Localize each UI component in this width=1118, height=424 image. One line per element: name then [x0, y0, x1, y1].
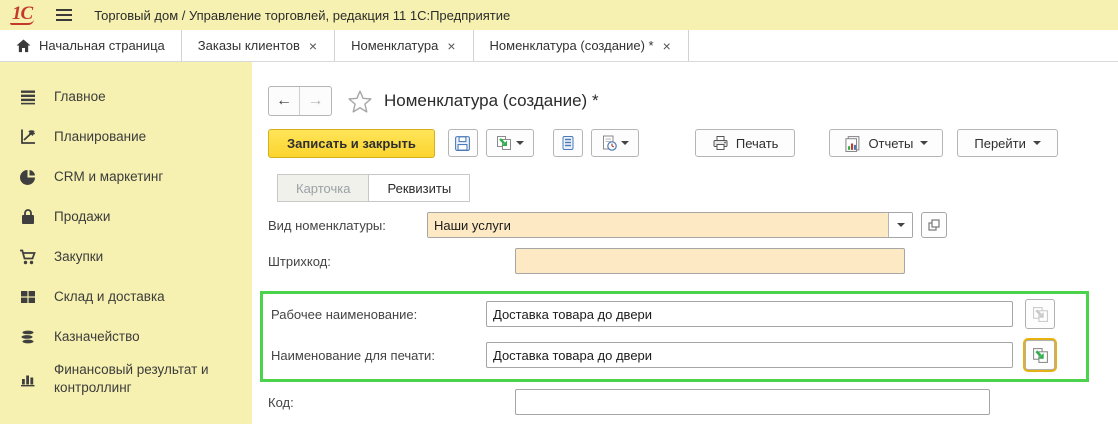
- hamburger-icon[interactable]: [56, 6, 72, 24]
- barcode-input[interactable]: [515, 248, 905, 274]
- warehouse-icon: [19, 288, 37, 306]
- floppy-icon: [454, 135, 471, 152]
- tab-label: Заказы клиентов: [198, 38, 300, 53]
- kind-dropdown-button[interactable]: [888, 213, 912, 237]
- purchases-cart-icon: [19, 248, 37, 266]
- sidebar-item-purchases[interactable]: Закупки: [0, 237, 252, 277]
- list-icon: [560, 135, 576, 151]
- sidebar-item-main[interactable]: Главное: [0, 77, 252, 117]
- chevron-down-icon: [920, 141, 928, 145]
- print-name-copy-button[interactable]: [1025, 340, 1055, 370]
- tab-card[interactable]: Карточка: [277, 174, 368, 202]
- sections-sidebar: Главное Планирование CRM и маркетинг Про…: [0, 62, 252, 424]
- chevron-down-icon: [516, 141, 524, 145]
- form-header: ← → Номенклатура (создание) *: [268, 86, 1118, 116]
- highlight-annotation-box: Рабочее наименование: Наименование для п…: [260, 291, 1089, 382]
- print-button-label: Печать: [736, 136, 779, 151]
- sidebar-item-crm[interactable]: CRM и маркетинг: [0, 157, 252, 197]
- sidebar-item-planning[interactable]: Планирование: [0, 117, 252, 157]
- sidebar-item-label: Планирование: [54, 128, 146, 146]
- printer-icon: [712, 135, 729, 151]
- menu-lines-icon: [19, 88, 37, 106]
- application-titlebar: 1С Торговый дом / Управление торговлей, …: [0, 0, 1118, 30]
- tab-label: Начальная страница: [39, 38, 165, 53]
- sidebar-item-label: Закупки: [54, 248, 103, 266]
- tab-nomenclature-create[interactable]: Номенклатура (создание) * ×: [474, 30, 689, 61]
- bar-chart-icon: [19, 370, 37, 388]
- field-row-print-name: Наименование для печати:: [271, 342, 1086, 368]
- sidebar-item-warehouse[interactable]: Склад и доставка: [0, 277, 252, 317]
- print-button[interactable]: Печать: [695, 129, 796, 157]
- code-input[interactable]: [515, 389, 990, 415]
- copy-button[interactable]: [486, 129, 534, 157]
- 1c-logo: 1С: [10, 5, 34, 25]
- chevron-down-icon: [897, 223, 905, 227]
- home-icon: [16, 39, 31, 53]
- document-clock-icon: [601, 135, 617, 151]
- forward-button[interactable]: →: [300, 87, 331, 115]
- planning-chart-icon: [19, 128, 37, 146]
- sidebar-item-financial-result[interactable]: Финансовый результат и контроллинг: [0, 357, 252, 401]
- back-button[interactable]: ←: [269, 87, 300, 115]
- working-name-copy-button[interactable]: [1025, 299, 1055, 329]
- form-window: ← → Номенклатура (создание) * Записать и…: [252, 62, 1118, 424]
- working-name-label: Рабочее наименование:: [271, 307, 486, 322]
- copy-arrow-icon: [496, 135, 512, 151]
- close-icon[interactable]: ×: [308, 39, 318, 53]
- close-icon[interactable]: ×: [446, 39, 456, 53]
- save-and-close-button[interactable]: Записать и закрыть: [268, 129, 435, 158]
- favorite-star-icon[interactable]: [348, 90, 372, 113]
- tab-label: Номенклатура (создание) *: [490, 38, 654, 53]
- sidebar-item-sales[interactable]: Продажи: [0, 197, 252, 237]
- sidebar-item-treasury[interactable]: Казначейство: [0, 317, 252, 357]
- application-title: Торговый дом / Управление торговлей, ред…: [94, 8, 510, 23]
- sidebar-item-label: Финансовый результат и контроллинг: [54, 361, 242, 397]
- reports-button[interactable]: Отчеты: [829, 129, 943, 157]
- copy-arrow-icon: [1032, 347, 1049, 364]
- sales-bag-icon: [19, 208, 37, 226]
- list-button[interactable]: [553, 129, 583, 157]
- report-icon: [844, 135, 861, 152]
- page-title: Номенклатура (создание) *: [384, 91, 599, 111]
- field-row-kind: Вид номенклатуры:: [268, 212, 1118, 238]
- kind-open-button[interactable]: [921, 212, 947, 238]
- field-row-barcode: Штрихкод:: [268, 248, 1118, 274]
- kind-combo: [427, 212, 913, 238]
- kind-label: Вид номенклатуры:: [268, 218, 427, 233]
- close-icon[interactable]: ×: [662, 39, 672, 53]
- sidebar-item-label: Продажи: [54, 208, 110, 226]
- tab-nomenclature[interactable]: Номенклатура ×: [335, 30, 473, 61]
- tab-requisites[interactable]: Реквизиты: [368, 174, 470, 202]
- copy-arrow-icon: [1032, 306, 1049, 323]
- code-label: Код:: [268, 395, 515, 410]
- window-tabbar: Начальная страница Заказы клиентов × Ном…: [0, 30, 1118, 62]
- save-button[interactable]: [448, 129, 478, 157]
- print-name-label: Наименование для печати:: [271, 348, 486, 363]
- history-nav: ← →: [268, 86, 332, 116]
- working-name-input[interactable]: [486, 301, 1013, 327]
- tab-customer-orders[interactable]: Заказы клиентов ×: [182, 30, 335, 61]
- goto-button-label: Перейти: [974, 136, 1026, 151]
- field-row-code: Код:: [268, 389, 1118, 415]
- pie-chart-icon: [19, 168, 37, 186]
- chevron-down-icon: [1033, 141, 1041, 145]
- sidebar-item-label: Склад и доставка: [54, 288, 165, 306]
- sidebar-item-label: CRM и маркетинг: [54, 168, 163, 186]
- reports-button-label: Отчеты: [868, 136, 913, 151]
- tab-home[interactable]: Начальная страница: [0, 30, 182, 61]
- coins-icon: [19, 328, 37, 346]
- sidebar-item-label: Казначейство: [54, 328, 140, 346]
- kind-input[interactable]: [428, 213, 888, 237]
- form-toolbar: Записать и закрыть Печать Отч: [268, 128, 1118, 158]
- tab-label: Номенклатура: [351, 38, 438, 53]
- form-tabstrip: Карточка Реквизиты: [277, 174, 1118, 202]
- print-name-input[interactable]: [486, 342, 1013, 368]
- sidebar-item-label: Главное: [54, 88, 106, 106]
- chevron-down-icon: [621, 141, 629, 145]
- change-history-button[interactable]: [591, 129, 639, 157]
- field-row-working-name: Рабочее наименование:: [271, 301, 1086, 327]
- barcode-label: Штрихкод:: [268, 254, 515, 269]
- goto-button[interactable]: Перейти: [957, 129, 1058, 157]
- open-in-window-icon: [927, 218, 941, 232]
